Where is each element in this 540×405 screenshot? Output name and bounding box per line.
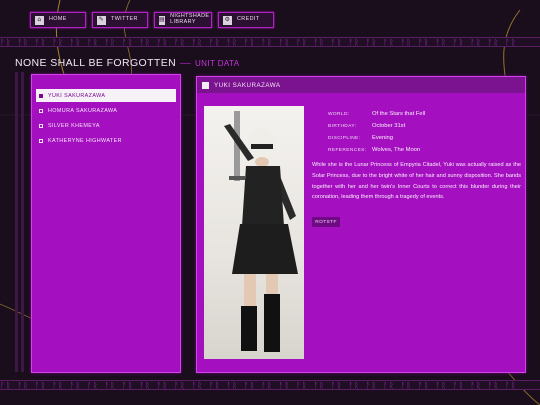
checkbox-icon — [39, 123, 43, 128]
field-label: DISCIPLINE: — [328, 135, 361, 141]
checkbox-icon — [39, 108, 43, 113]
nav-twitter-label: TWITTER — [111, 16, 138, 23]
field-birthday: BIRTHDAY: October 31st — [328, 120, 518, 132]
library-icon: ▤ — [159, 15, 166, 25]
field-discipline: DISCIPLINE: Evening — [328, 132, 518, 144]
nav-nightshade-library[interactable]: ▤ NIGHTSHADE LIBRARY — [154, 12, 212, 28]
field-value: Evening — [372, 135, 393, 141]
heading-dash: — — [180, 57, 191, 69]
nav-home-label: HOME — [49, 16, 67, 23]
nav-credit-label: CREDIT — [237, 16, 260, 23]
twitter-icon: ✎ — [97, 15, 106, 25]
home-icon: ⌂ — [35, 15, 44, 25]
nav-library-label: NIGHTSHADE LIBRARY — [170, 13, 210, 25]
field-value: Of the Stars that Fell — [372, 111, 426, 117]
side-decoration — [15, 72, 27, 372]
field-value: October 31st — [372, 123, 406, 129]
page-subtitle: UNIT DATA — [195, 59, 240, 68]
character-name: KATHERYNE HIGHWATER — [48, 137, 122, 144]
character-item-katheryne[interactable]: KATHERYNE HIGHWATER — [36, 134, 176, 147]
character-name: SILVER KHEMEYA — [48, 122, 100, 129]
glyph-strip-bottom: ᚨᚱ ᚨᚱ ᚨᚱ ᚨᚱ ᚨᚱ ᚨᚱ ᚨᚱ ᚨᚱ ᚨᚱ ᚨᚱ ᚨᚱ ᚨᚱ ᚨᚱ ᚨ… — [0, 380, 540, 390]
character-name: HOMURA SAKURAZAWA — [48, 107, 118, 114]
character-item-homura[interactable]: HOMURA SAKURAZAWA — [36, 104, 176, 117]
checkbox-icon — [39, 93, 43, 98]
profile-header: YUKI SAKURAZAWA — [197, 77, 525, 93]
character-list-panel: YUKI SAKURAZAWA HOMURA SAKURAZAWA SILVER… — [31, 74, 181, 373]
field-value: Wolves, The Moon — [372, 147, 421, 153]
field-world: WORLD: Of the Stars that Fell — [328, 108, 518, 120]
portrait-figure — [224, 111, 298, 352]
credit-icon: ⚙ — [223, 15, 232, 25]
nav-credit[interactable]: ⚙ CREDIT — [218, 12, 274, 28]
character-item-silver[interactable]: SILVER KHEMEYA — [36, 119, 176, 132]
character-name: YUKI SAKURAZAWA — [48, 92, 106, 99]
field-label: WORLD: — [328, 111, 350, 117]
profile-panel: YUKI SAKURAZAWA WORLD: Of the Stars that… — [196, 76, 526, 373]
character-portrait — [204, 106, 304, 359]
nav-home[interactable]: ⌂ HOME — [30, 12, 86, 28]
field-label: REFERENCES: — [328, 147, 367, 153]
page-heading: NONE SHALL BE FORGOTTEN — UNIT DATA — [15, 57, 240, 69]
character-item-yuki[interactable]: YUKI SAKURAZAWA — [36, 89, 176, 102]
field-references: REFERENCES: Wolves, The Moon — [328, 144, 518, 156]
profile-name: YUKI SAKURAZAWA — [214, 81, 281, 89]
glyph-strip-top: ᚨᚱ ᚨᚱ ᚨᚱ ᚨᚱ ᚨᚱ ᚨᚱ ᚨᚱ ᚨᚱ ᚨᚱ ᚨᚱ ᚨᚱ ᚨᚱ ᚨᚱ ᚨ… — [0, 37, 540, 47]
checkbox-icon — [39, 138, 43, 143]
top-nav: ⌂ HOME ✎ TWITTER ▤ NIGHTSHADE LIBRARY ⚙ … — [30, 12, 274, 28]
profile-fields: WORLD: Of the Stars that Fell BIRTHDAY: … — [328, 108, 518, 156]
page-title: NONE SHALL BE FORGOTTEN — [15, 57, 177, 69]
character-bio: While she is the Lunar Princess of Empyr… — [312, 162, 521, 201]
square-icon — [202, 81, 209, 89]
field-label: BIRTHDAY: — [328, 123, 357, 129]
story-tag[interactable]: ROTSTF — [312, 217, 340, 227]
nav-twitter[interactable]: ✎ TWITTER — [92, 12, 148, 28]
